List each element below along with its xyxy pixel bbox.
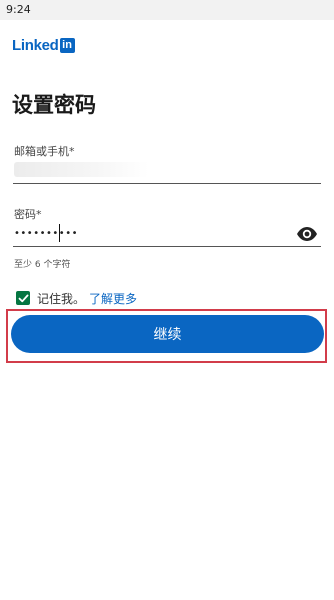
- password-underline: [13, 246, 321, 247]
- text-caret: [59, 224, 60, 242]
- email-label: 邮箱或手机*: [14, 145, 75, 158]
- password-field[interactable]: [14, 224, 274, 242]
- logo-in-box: in: [59, 37, 75, 53]
- remember-me-row: 记住我。 了解更多: [16, 290, 137, 306]
- checkmark-icon: [18, 294, 28, 302]
- eye-icon[interactable]: [296, 226, 318, 242]
- continue-button[interactable]: 继续: [11, 315, 324, 353]
- logo-word: Linked: [12, 36, 59, 54]
- page-title: 设置密码: [12, 93, 96, 117]
- status-time: 9:24: [6, 3, 31, 16]
- password-label: 密码*: [14, 208, 42, 221]
- password-hint: 至少 6 个字符: [14, 260, 71, 270]
- remember-me-label: 记住我。: [37, 291, 86, 306]
- status-bar: 9:24: [0, 0, 334, 20]
- email-field[interactable]: [14, 162, 149, 177]
- linkedin-logo: Linked in: [12, 36, 75, 54]
- email-underline: [13, 183, 321, 184]
- remember-me-checkbox[interactable]: [16, 291, 30, 305]
- learn-more-link[interactable]: 了解更多: [89, 290, 137, 307]
